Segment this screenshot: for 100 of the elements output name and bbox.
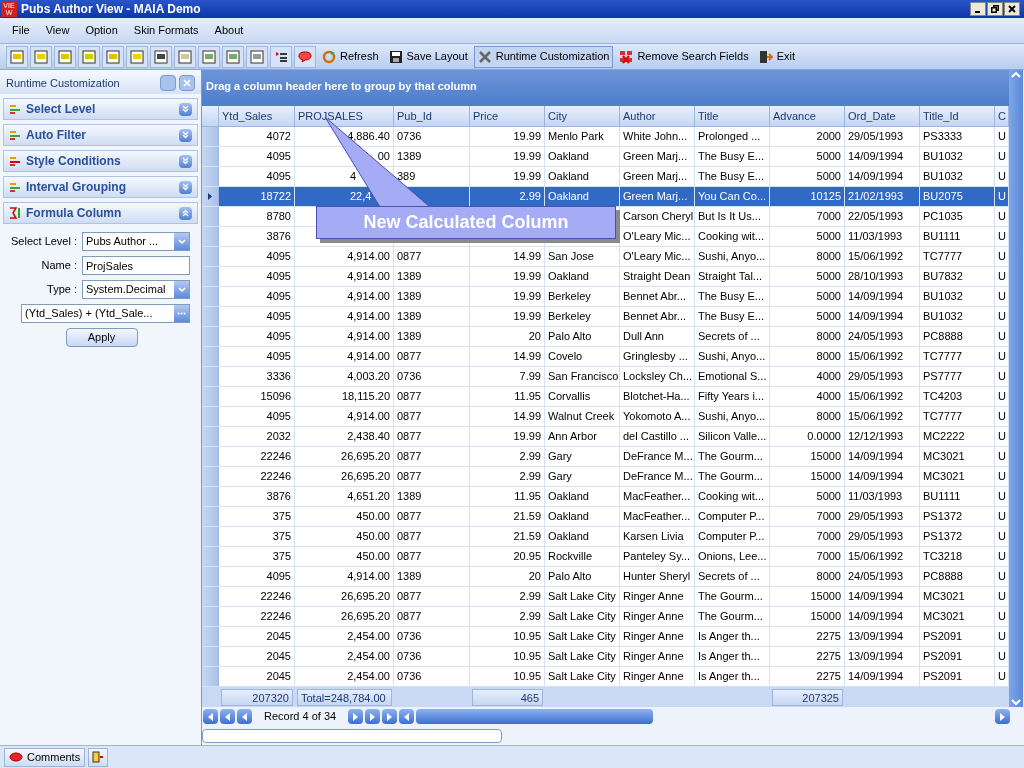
table-cell-text: San Jose	[548, 249, 594, 265]
table-cell-text: The Gourm...	[698, 589, 763, 605]
table-cell-text: 0877	[397, 529, 422, 545]
table-cell-text: 5000	[816, 169, 841, 185]
table-cell-text: 3876	[266, 489, 291, 505]
table-cell-text: Covelo	[548, 349, 583, 365]
table-cell-text: Dull Ann	[623, 329, 664, 345]
table-cell-text: Oakland	[548, 269, 589, 285]
table-cell-text: 4095	[266, 249, 291, 265]
table-cell-text: 14/09/1994	[848, 169, 904, 185]
table-cell-text: Locksley Ch...	[623, 369, 693, 385]
table-cell-text: U	[998, 429, 1006, 445]
table-cell-text: 14/09/1994	[848, 289, 904, 305]
table-cell-text: 15096	[260, 389, 291, 405]
table-cell-text: U	[998, 449, 1006, 465]
table-cell-text: 2000	[816, 129, 841, 145]
table-cell-text: 0877	[397, 429, 422, 445]
table-cell-text: 1389	[397, 269, 422, 285]
table-cell-text: 14/09/1994	[848, 669, 904, 685]
table-cell-text: 4095	[266, 289, 291, 305]
table-cell-text: 4095	[266, 269, 291, 285]
table-cell-text: 15/06/1992	[848, 409, 904, 425]
table-cell-text: MacFeather...	[623, 489, 691, 505]
table-cell-text: 4,914.00	[347, 329, 390, 345]
table-cell-text: PS2091	[923, 629, 963, 645]
panel-title: Runtime Customization	[6, 75, 120, 91]
table-cell-text: 19.99	[513, 289, 541, 305]
table-cell-text: 24/05/1993	[848, 569, 904, 585]
table-cell-text: 2045	[266, 669, 291, 685]
table-cell-text: 14.99	[513, 349, 541, 365]
table-cell-text: BU7832	[923, 269, 963, 285]
table-cell-text: 14.99	[513, 249, 541, 265]
table-cell-text: 1389	[397, 329, 422, 345]
table-cell-text: 21.59	[513, 529, 541, 545]
table-cell-text: Ringer Anne	[623, 649, 684, 665]
table-cell-text: 4,914.00	[347, 569, 390, 585]
table-cell-text: BU1032	[923, 289, 963, 305]
table-cell-text: Walnut Creek	[548, 409, 615, 425]
table-cell-text: 13/09/1994	[848, 649, 904, 665]
table-cell-text: 26,695.20	[341, 589, 390, 605]
table-cell-text: 00	[377, 149, 390, 165]
table-cell-text: Salt Lake City	[548, 669, 616, 685]
table-cell-text: 19.99	[513, 269, 541, 285]
table-cell-text: Computer P...	[698, 529, 765, 545]
table-cell-text: Ringer Anne	[623, 609, 684, 625]
table-cell-text: Onions, Lee...	[698, 549, 767, 565]
table-cell-text: U	[998, 349, 1006, 365]
table-cell-text: 4,886.40	[347, 129, 390, 145]
table-cell-text: 0736	[397, 629, 422, 645]
table-cell-text: 4072	[266, 129, 291, 145]
table-cell-text: 4095	[266, 409, 291, 425]
table-cell-text: PS3333	[923, 129, 963, 145]
table-cell-text: The Gourm...	[698, 469, 763, 485]
table-cell-text: PS1372	[923, 509, 963, 525]
table-cell-text: 8000	[816, 349, 841, 365]
table-cell-text: 4,914.00	[347, 309, 390, 325]
table-cell-text: Green Marj...	[623, 169, 688, 185]
table-cell-text: 1389	[397, 149, 422, 165]
table-cell-text: 450.00	[356, 509, 390, 525]
table-cell-text: 450.00	[356, 549, 390, 565]
table-cell-text: Is Anger th...	[698, 669, 760, 685]
table-cell-text: 0736	[397, 129, 422, 145]
table-cell-text: TC7777	[923, 349, 963, 365]
table-cell-text: 11.95	[514, 389, 541, 405]
table-cell-text: 2.99	[519, 189, 541, 205]
table-cell-text: 28/10/1993	[848, 269, 904, 285]
table-cell-text: Karsen Livia	[623, 529, 684, 545]
table-cell-text: U	[998, 409, 1006, 425]
table-cell-text: Gary	[548, 469, 572, 485]
table-cell-text: 0877	[397, 469, 422, 485]
table-cell-text: 21/02/1993	[848, 189, 904, 205]
table-cell-text: U	[998, 669, 1006, 685]
table-cell-text: 20.95	[513, 549, 541, 565]
table-cell-text: 4,914.00	[347, 289, 390, 305]
table-cell-text: MC3021	[923, 609, 965, 625]
table-cell-text: 2045	[266, 649, 291, 665]
table-cell-text: Corvallis	[548, 389, 591, 405]
table-cell-text: del Castillo ...	[623, 429, 690, 445]
table-cell-text: 26,695.20	[341, 469, 390, 485]
table-cell-text: 2.99	[519, 449, 541, 465]
table-cell-text: Yokomoto A...	[623, 409, 691, 425]
table-cell-text: 26,695.20	[341, 609, 390, 625]
table-cell-text: The Busy E...	[698, 149, 765, 165]
table-cell-text: Bennet Abr...	[623, 309, 686, 325]
table-cell-text: Oakland	[548, 189, 589, 205]
table-cell-text: 4,914.00	[347, 249, 390, 265]
table-cell-text: PS2091	[923, 669, 963, 685]
table-cell-text: 18722	[260, 189, 291, 205]
table-cell-text: U	[998, 329, 1006, 345]
table-cell-text: 1389	[397, 289, 422, 305]
table-cell-text: Blotchet-Ha...	[623, 389, 690, 405]
table-cell-text: U	[998, 569, 1006, 585]
table-cell-text: 4095	[266, 569, 291, 585]
table-cell-text: 2.99	[519, 469, 541, 485]
table-cell-text: 29/05/1993	[848, 529, 904, 545]
table-cell-text: 375	[272, 549, 291, 565]
table-cell-text: 7000	[816, 549, 841, 565]
table-cell-text: Is Anger th...	[698, 649, 760, 665]
table-cell-text: Bennet Abr...	[623, 289, 686, 305]
table-cell-text: 2,454.00	[347, 649, 390, 665]
